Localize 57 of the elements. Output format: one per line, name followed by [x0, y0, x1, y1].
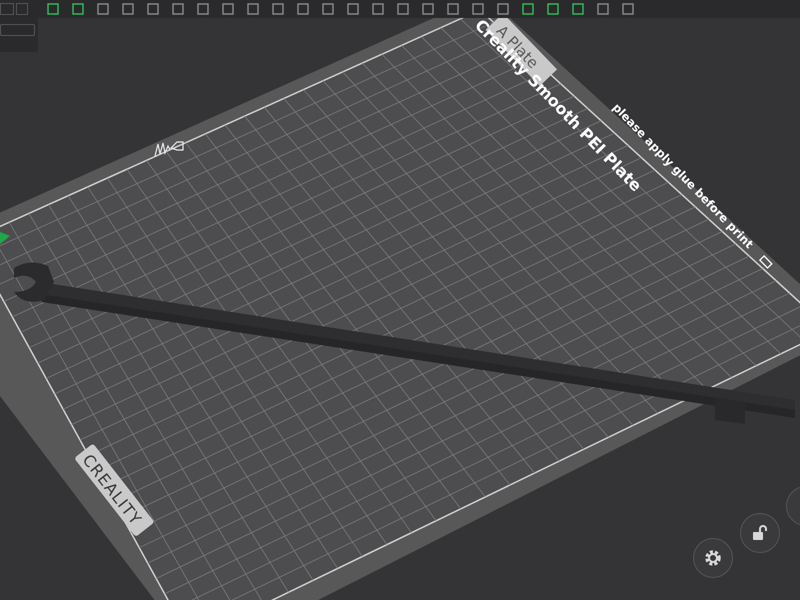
- tool-icon: [46, 2, 60, 16]
- toolbar-button[interactable]: [595, 1, 611, 17]
- tool-icon: [471, 2, 485, 16]
- toolbar-button[interactable]: [270, 1, 286, 17]
- input-field[interactable]: [0, 3, 14, 15]
- toolbar-button[interactable]: [620, 1, 636, 17]
- settings-icon: [703, 548, 723, 568]
- tool-icon: [621, 2, 635, 16]
- tool-icon: [196, 2, 210, 16]
- tool-icon: [346, 2, 360, 16]
- tool-icon: [371, 2, 385, 16]
- tool-icon: [421, 2, 435, 16]
- toolbar-button[interactable]: [70, 1, 86, 17]
- toolbar-button[interactable]: [470, 1, 486, 17]
- tool-icon: [96, 2, 110, 16]
- origin-marker-icon: [0, 232, 10, 244]
- toolbar-button[interactable]: [170, 1, 186, 17]
- toolbar-button[interactable]: [120, 1, 136, 17]
- tool-icon: [271, 2, 285, 16]
- toolbar-button[interactable]: [295, 1, 311, 17]
- tool-icon: [596, 2, 610, 16]
- lock-icon: [751, 524, 769, 542]
- toolbar-button[interactable]: [195, 1, 211, 17]
- tool-icon: [321, 2, 335, 16]
- tool-icon: [221, 2, 235, 16]
- tool-icon: [396, 2, 410, 16]
- toolbar-button[interactable]: [45, 1, 61, 17]
- toolbar-button[interactable]: [95, 1, 111, 17]
- lock-button[interactable]: [740, 513, 780, 553]
- settings-button[interactable]: [693, 538, 733, 578]
- toolbar-button[interactable]: [145, 1, 161, 17]
- toolbar-button[interactable]: [345, 1, 361, 17]
- input-field[interactable]: [0, 24, 35, 36]
- tool-icon: [146, 2, 160, 16]
- tool-icon: [246, 2, 260, 16]
- toolbar-button[interactable]: [245, 1, 261, 17]
- tool-icon: [546, 2, 560, 16]
- toolbar-button[interactable]: [420, 1, 436, 17]
- toolbar-button[interactable]: [395, 1, 411, 17]
- signature-icon: [154, 141, 184, 156]
- tool-icon: [171, 2, 185, 16]
- toolbar-button[interactable]: [220, 1, 236, 17]
- tool-icon: [121, 2, 135, 16]
- toolbar-button[interactable]: [320, 1, 336, 17]
- tool-icon: [571, 2, 585, 16]
- tool-icon: [71, 2, 85, 16]
- toolbar-button[interactable]: [520, 1, 536, 17]
- pencil-icon: [758, 255, 773, 269]
- toolbar-button[interactable]: [370, 1, 386, 17]
- tool-icon: [446, 2, 460, 16]
- toolbar-button[interactable]: [495, 1, 511, 17]
- toolbar-button[interactable]: [570, 1, 586, 17]
- tool-icon: [521, 2, 535, 16]
- toolbar-button[interactable]: [445, 1, 461, 17]
- tool-icon: [296, 2, 310, 16]
- tool-icon: [496, 2, 510, 16]
- toolbar-button[interactable]: [545, 1, 561, 17]
